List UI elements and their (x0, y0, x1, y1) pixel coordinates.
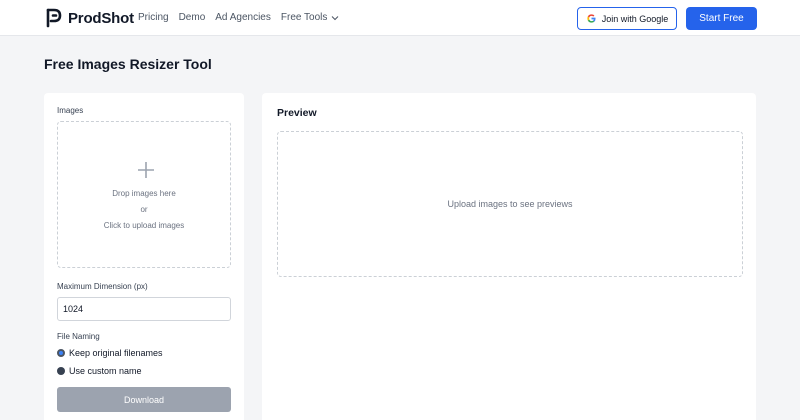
nav-link-ad-agencies[interactable]: Ad Agencies (215, 12, 271, 23)
brand-name: ProdShot (68, 9, 134, 27)
dropzone-click-text: Click to upload images (103, 221, 185, 230)
top-navbar: ProdShot Pricing Demo Ad Agencies Free T… (0, 0, 800, 36)
preview-panel: Preview Upload images to see previews (262, 93, 756, 420)
start-free-button[interactable]: Start Free (686, 7, 757, 30)
join-with-google-button[interactable]: Join with Google (577, 7, 677, 30)
dropzone-or-text: or (140, 205, 148, 214)
nav-link-pricing[interactable]: Pricing (138, 12, 169, 23)
main-nav: Pricing Demo Ad Agencies Free Tools (138, 12, 349, 23)
nav-dropdown-free-tools[interactable]: Free Tools (281, 12, 340, 23)
page-title: Free Images Resizer Tool (44, 56, 212, 72)
radio-use-custom-name[interactable]: Use custom name (57, 366, 142, 376)
radio-keep-original-filenames[interactable]: Keep original filenames (57, 348, 163, 358)
nav-dropdown-label: Free Tools (280, 12, 328, 23)
google-icon (587, 14, 596, 23)
prodshot-logo-icon (46, 8, 62, 28)
google-button-label: Join with Google (601, 13, 669, 24)
brand-logo[interactable]: ProdShot (44, 7, 134, 29)
file-naming-label: File Naming (57, 332, 100, 341)
preview-area: Upload images to see previews (277, 131, 743, 277)
preview-title: Preview (277, 107, 317, 119)
chevron-down-icon (332, 15, 339, 20)
radio-label-custom-name: Use custom name (69, 366, 142, 376)
dropzone-drop-text: Drop images here (112, 189, 176, 198)
max-dimension-input[interactable] (57, 297, 231, 321)
image-upload-dropzone[interactable]: Drop images here or Click to upload imag… (57, 121, 231, 268)
images-label: Images (57, 106, 84, 115)
preview-empty-text: Upload images to see previews (447, 199, 573, 209)
download-button[interactable]: Download (57, 387, 231, 412)
nav-link-demo[interactable]: Demo (179, 12, 206, 23)
plus-icon (138, 162, 154, 178)
radio-checked-icon (57, 349, 65, 357)
radio-label-keep-original: Keep original filenames (69, 348, 163, 358)
max-dimension-label: Maximum Dimension (px) (57, 282, 148, 291)
radio-unchecked-icon (57, 367, 65, 375)
resize-settings-panel: Images Drop images here or Click to uplo… (44, 93, 244, 420)
